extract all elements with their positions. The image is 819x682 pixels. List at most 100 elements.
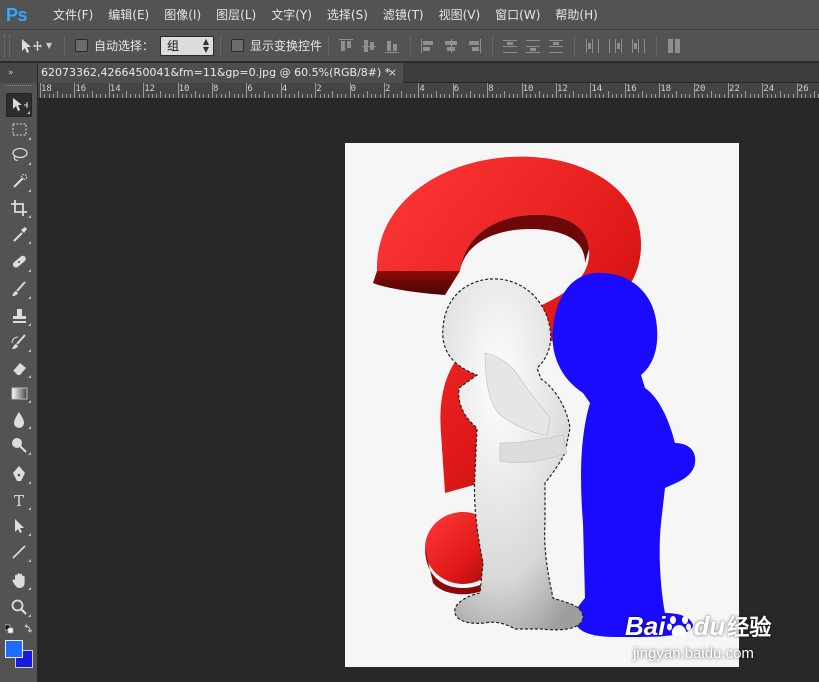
tool-flyout-indicator — [28, 452, 31, 455]
ruler-tick — [336, 94, 338, 98]
ruler-tick — [624, 83, 626, 98]
align-left-icon[interactable] — [417, 35, 439, 57]
menu-image[interactable]: 图像(I) — [157, 6, 209, 23]
pen-tool[interactable] — [6, 462, 32, 486]
divider — [574, 35, 576, 56]
ruler-tick — [448, 94, 450, 98]
distribute-bottom-icon[interactable] — [545, 35, 567, 57]
align-vcenter-icon[interactable] — [358, 35, 380, 57]
ruler-tick — [530, 94, 532, 98]
distribute-top-icon[interactable] — [499, 35, 521, 57]
ruler-tick — [577, 94, 579, 98]
ruler-tick — [151, 94, 153, 98]
menu-view[interactable]: 视图(V) — [432, 6, 489, 23]
tool-flyout-indicator — [28, 296, 31, 299]
blur-tool[interactable] — [6, 407, 32, 431]
ruler-label: 12 — [144, 84, 156, 94]
lasso-tool[interactable] — [6, 143, 32, 167]
align-right-icon[interactable] — [463, 35, 485, 57]
tool-preset-picker[interactable]: ▼ — [20, 35, 58, 57]
ruler-tick — [728, 83, 729, 98]
zoom-icon — [11, 599, 27, 615]
menu-type[interactable]: 文字(Y) — [264, 6, 320, 23]
dodge-tool[interactable] — [6, 433, 32, 457]
ruler-tick — [267, 94, 269, 98]
hand-tool[interactable] — [6, 568, 32, 592]
align-hcenter-icon[interactable] — [440, 35, 462, 57]
gradient-tool[interactable] — [6, 381, 32, 405]
ruler-tick — [87, 94, 89, 98]
eyedropper-tool[interactable] — [6, 222, 32, 246]
menu-layer[interactable]: 图层(L) — [209, 6, 264, 23]
ruler-tick — [740, 94, 742, 98]
distribute-vcenter-icon[interactable] — [522, 35, 544, 57]
ruler-tick — [792, 94, 794, 98]
history-brush-tool[interactable] — [6, 330, 32, 354]
updown-icon: ▲ ▼ — [202, 36, 210, 54]
marquee-tool[interactable] — [6, 118, 32, 142]
healing-tool[interactable] — [6, 250, 32, 274]
document-tab-title: 62073362,4266450041&fm=11&gp=0.jpg @ 60.… — [41, 66, 391, 79]
baidu-watermark: Bai du 经验 — [625, 610, 771, 642]
brush-tool[interactable] — [6, 277, 32, 301]
ruler-tick — [366, 91, 368, 98]
align-top-icon[interactable] — [335, 35, 357, 57]
auto-select-checkbox[interactable] — [75, 39, 88, 52]
auto-align-icon[interactable] — [663, 35, 685, 57]
ruler-tick — [52, 94, 54, 98]
auto-select-dropdown[interactable]: 组 ▲ ▼ — [160, 35, 215, 56]
photoshop-logo: Ps — [6, 4, 28, 25]
tool-flyout-indicator — [28, 189, 31, 192]
divider — [220, 35, 222, 56]
ruler-tick — [611, 94, 613, 98]
align-bottom-icon[interactable] — [381, 35, 403, 57]
horizontal-ruler[interactable]: 18 16 14 12 10 8 6 4 2 0 2 4 6 8 10 12 14 16 18 20 22 24 26 — [38, 83, 819, 99]
path-select-tool[interactable] — [6, 514, 32, 538]
ruler-tick — [130, 94, 132, 98]
menu-edit[interactable]: 编辑(E) — [101, 6, 157, 23]
quick-select-tool[interactable] — [6, 170, 32, 194]
distribute-left-icon[interactable] — [581, 35, 603, 57]
menu-file[interactable]: 文件(F) — [46, 6, 101, 23]
crop-tool[interactable] — [6, 196, 32, 220]
ruler-label: 8 — [488, 84, 494, 94]
distribute-hcenter-icon[interactable] — [604, 35, 626, 57]
menu-select[interactable]: 选择(S) — [320, 6, 376, 23]
ruler-label: 14 — [109, 84, 121, 94]
close-icon[interactable]: × — [388, 63, 397, 83]
question-mark-figures-artwork — [345, 143, 739, 667]
show-transform-checkbox[interactable] — [231, 39, 245, 52]
move-icon — [22, 38, 42, 53]
ruler-tick — [723, 94, 725, 98]
menu-window[interactable]: 窗口(W) — [488, 6, 548, 23]
ruler-tick — [461, 94, 463, 98]
ruler-tick — [697, 94, 699, 98]
ruler-tick — [753, 94, 755, 98]
distribute-right-icon[interactable] — [627, 35, 649, 57]
tool-flyout-indicator — [28, 162, 31, 165]
document-tab[interactable]: 62073362,4266450041&fm=11&gp=0.jpg @ 60.… — [38, 63, 403, 83]
move-tool[interactable] — [6, 93, 32, 117]
toolbox-collapse-icon[interactable]: » — [0, 63, 38, 83]
ruler-tick — [134, 94, 136, 98]
ruler-tick — [143, 83, 145, 98]
ruler-tick — [676, 91, 678, 98]
default-colors-icon[interactable] — [4, 624, 33, 637]
ruler-label: 4 — [419, 84, 425, 94]
tool-flyout-indicator — [28, 215, 31, 218]
ruler-tick — [199, 94, 201, 98]
tool-flyout-indicator — [28, 533, 31, 536]
type-tool[interactable]: T — [6, 488, 32, 512]
eraser-tool[interactable] — [6, 356, 32, 380]
foreground-color-swatch[interactable] — [5, 640, 23, 658]
menu-filter[interactable]: 滤镜(T) — [376, 6, 432, 23]
zoom-tool[interactable] — [6, 595, 32, 619]
menu-help[interactable]: 帮助(H) — [548, 6, 605, 23]
ruler-tick — [637, 94, 639, 98]
brush-icon — [12, 281, 26, 296]
ruler-label: 20 — [694, 84, 706, 94]
line-tool[interactable] — [6, 540, 32, 564]
options-grip[interactable] — [4, 34, 10, 57]
stamp-tool[interactable] — [6, 304, 32, 328]
document-canvas-image[interactable] — [345, 143, 739, 667]
